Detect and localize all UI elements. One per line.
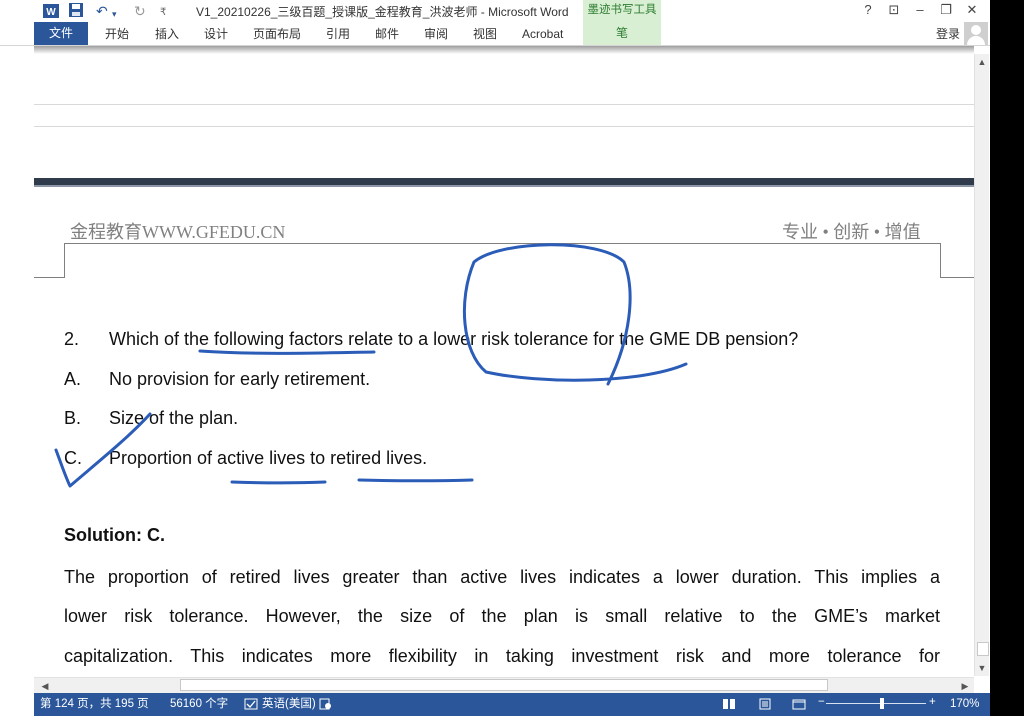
ink-annotations [54, 243, 688, 488]
scroll-left-icon[interactable]: ◀ [38, 680, 52, 692]
ink-underline-active-lives [230, 480, 327, 485]
ink-underline-retired-lives [357, 478, 474, 483]
ink-circle-lower-risk [462, 243, 688, 386]
horizontal-scroll-thumb[interactable] [180, 679, 828, 691]
read-mode-icon[interactable] [722, 697, 736, 709]
zoom-out-icon[interactable]: − [818, 695, 825, 709]
ink-checkmark [54, 412, 152, 488]
print-layout-icon[interactable] [758, 697, 772, 710]
scroll-up-icon[interactable]: ▲ [975, 56, 989, 68]
proofing-icon[interactable] [244, 697, 258, 710]
zoom-in-icon[interactable]: + [929, 695, 936, 709]
page-count[interactable]: 第 124 页，共 195 页 [40, 697, 149, 711]
scroll-down-icon[interactable]: ▼ [975, 662, 989, 674]
zoom-level[interactable]: 170% [950, 697, 979, 711]
ink-underline-following-factors [198, 349, 376, 355]
screen-edge [990, 0, 1024, 716]
scroll-right-icon[interactable]: ▶ [958, 680, 972, 692]
macro-record-icon[interactable] [318, 697, 332, 710]
word-count[interactable]: 56160 个字 [170, 697, 228, 711]
zoom-slider[interactable] [826, 703, 926, 704]
vertical-scroll-thumb[interactable] [977, 642, 989, 656]
vertical-scrollbar[interactable] [974, 54, 989, 676]
zoom-slider-thumb[interactable] [880, 698, 884, 709]
language-indicator[interactable]: 英语(美国) [262, 697, 316, 711]
web-layout-icon[interactable] [792, 697, 806, 710]
